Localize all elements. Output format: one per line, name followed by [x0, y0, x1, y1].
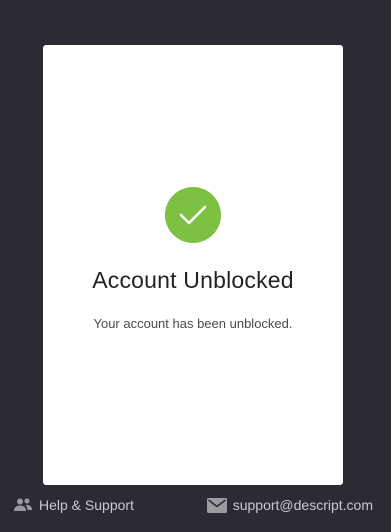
support-email-link[interactable]: support@descript.com	[206, 497, 373, 513]
envelope-icon	[206, 497, 227, 513]
support-email-label: support@descript.com	[232, 497, 373, 513]
success-badge	[165, 187, 221, 243]
footer: Help & Support support@descript.com	[0, 485, 391, 532]
help-support-label: Help & Support	[39, 497, 134, 513]
people-icon	[14, 498, 32, 511]
checkmark-icon	[179, 205, 207, 225]
status-title: Account Unblocked	[92, 267, 294, 293]
help-support-link[interactable]: Help & Support	[13, 497, 134, 513]
status-message: Your account has been unblocked.	[93, 316, 293, 331]
status-card: Account Unblocked Your account has been …	[43, 45, 343, 485]
